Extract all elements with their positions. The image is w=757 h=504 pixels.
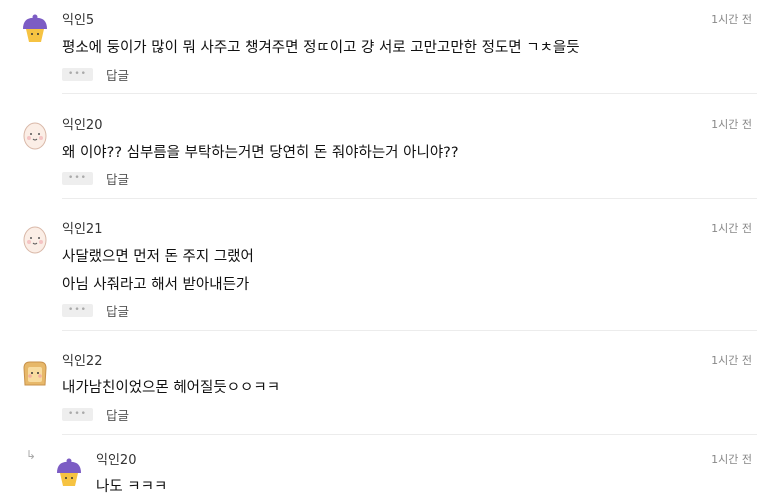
egg-icon bbox=[18, 118, 52, 152]
toast-icon bbox=[18, 356, 52, 390]
more-options-button[interactable]: ••• bbox=[62, 68, 93, 81]
comment-time: 1시간 전 bbox=[711, 222, 752, 235]
more-options-button[interactable]: ••• bbox=[62, 408, 93, 421]
more-options-button[interactable]: ••• bbox=[62, 304, 93, 317]
divider bbox=[62, 93, 757, 94]
comment-text: 나도 ㅋㅋㅋ bbox=[96, 479, 168, 495]
comment-author: 익인20 bbox=[96, 453, 137, 468]
reply-arrow-icon: ↳ bbox=[26, 448, 37, 462]
comment-author: 익인20 bbox=[62, 118, 103, 133]
comment-time: 1시간 전 bbox=[711, 13, 752, 26]
reply-button[interactable]: 답글 bbox=[106, 405, 129, 424]
divider bbox=[62, 330, 757, 331]
comment-time: 1시간 전 bbox=[711, 118, 752, 131]
reply-button[interactable]: 답글 bbox=[106, 169, 129, 188]
comment-text: 내가남친이었으몬 헤어질듯ㅇㅇㅋㅋ bbox=[62, 380, 281, 396]
reply-button[interactable]: 답글 bbox=[106, 301, 129, 320]
comment-author: 익인21 bbox=[62, 222, 103, 237]
cupcake-icon bbox=[18, 12, 52, 46]
egg-icon bbox=[18, 222, 52, 256]
comment-text: 왜 이야?? 심부름을 부탁하는거면 당연히 돈 줘야하는거 아니야?? bbox=[62, 145, 459, 161]
comment-text: 평소에 둥이가 많이 뭐 사주고 챙겨주면 정ㄸ이고 걍 서로 고만고만한 정도… bbox=[62, 40, 580, 56]
comment-time: 1시간 전 bbox=[711, 453, 752, 466]
more-options-button[interactable]: ••• bbox=[62, 172, 93, 185]
divider bbox=[62, 198, 757, 199]
divider bbox=[62, 434, 757, 435]
comment-text: 사달랬으면 먼저 돈 주지 그랬어 bbox=[62, 249, 254, 265]
comment-text: 아님 사줘라고 해서 받아내든가 bbox=[62, 277, 250, 293]
reply-button[interactable]: 답글 bbox=[106, 65, 129, 84]
comment-time: 1시간 전 bbox=[711, 354, 752, 367]
cupcake-icon bbox=[52, 456, 86, 490]
comment-author: 익인5 bbox=[62, 13, 95, 28]
comment-author: 익인22 bbox=[62, 354, 103, 369]
